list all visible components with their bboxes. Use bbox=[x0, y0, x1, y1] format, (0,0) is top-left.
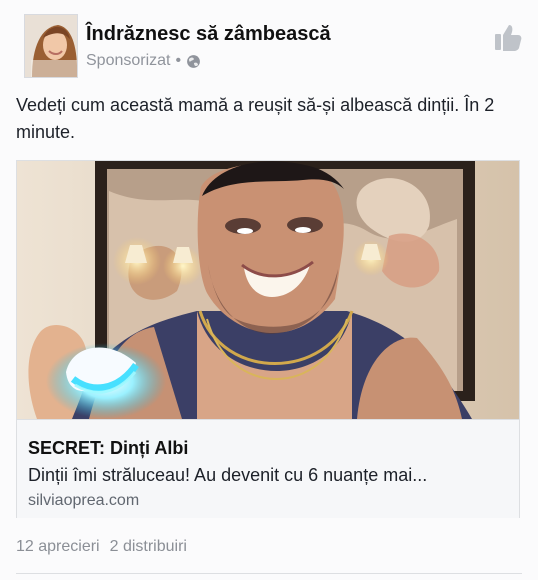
globe-icon bbox=[186, 54, 201, 69]
post-meta: Sponsorizat • bbox=[86, 52, 201, 70]
thumbs-up-icon[interactable] bbox=[494, 22, 522, 52]
meta-separator: • bbox=[175, 52, 182, 69]
page-name-link[interactable]: Îndrăznesc să zâmbească bbox=[86, 23, 331, 46]
shares-count[interactable]: 2 distribuiri bbox=[110, 538, 187, 556]
ad-photo[interactable] bbox=[17, 161, 519, 419]
post-divider bbox=[16, 573, 522, 574]
page-avatar[interactable] bbox=[24, 14, 78, 78]
man-smiling-photo bbox=[17, 161, 519, 419]
post-text: Vedeți cum această mamă a reușit să-și a… bbox=[16, 95, 495, 142]
link-domain: silviaoprea.com bbox=[28, 492, 140, 509]
link-preview-card[interactable]: SECRET: Dinți Albi Dinții îmi străluceau… bbox=[16, 160, 520, 518]
sponsored-label[interactable]: Sponsorizat bbox=[86, 52, 171, 70]
link-description: Dinții îmi străluceau! Au devenit cu 6 n… bbox=[28, 465, 428, 485]
avatar-image bbox=[25, 15, 77, 77]
engagement-stats: 12 aprecieri 2 distribuiri bbox=[16, 538, 187, 556]
link-details: SECRET: Dinți Albi Dinții îmi străluceau… bbox=[17, 419, 519, 518]
likes-count[interactable]: 12 aprecieri bbox=[16, 538, 100, 556]
link-title[interactable]: SECRET: Dinți Albi bbox=[28, 438, 188, 459]
post-header: Îndrăznesc să zâmbească Sponsorizat • bbox=[24, 14, 522, 80]
sponsored-post: Îndrăznesc să zâmbească Sponsorizat • Ve… bbox=[0, 0, 538, 580]
